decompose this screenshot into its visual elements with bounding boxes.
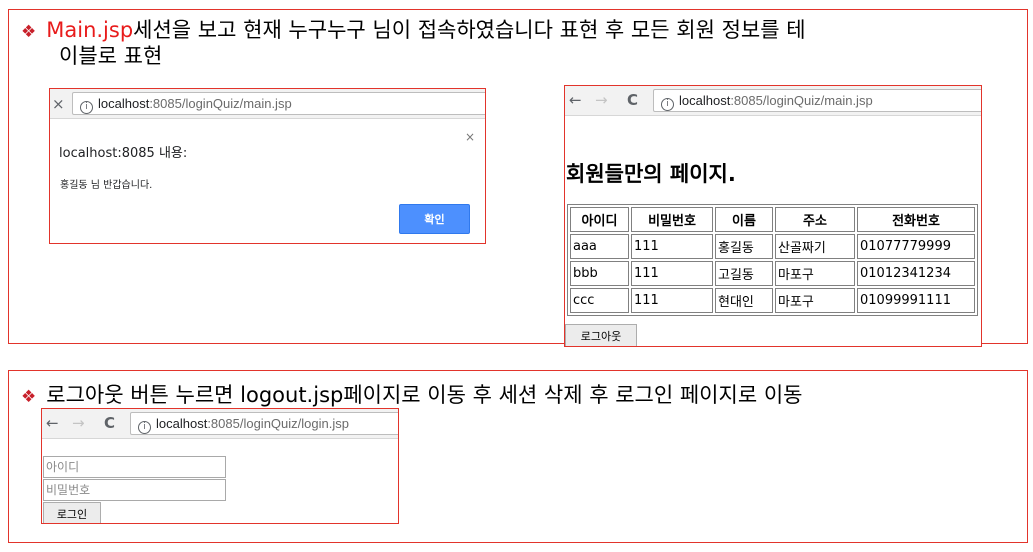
browser-toolbar: ← → C i localhost:8085/loginQuiz/login.js… [42,409,398,439]
forward-icon[interactable]: → [72,414,85,432]
url-host: localhost [679,93,731,108]
logout-button[interactable]: 로그아웃 [565,324,637,346]
member-table: 아이디 비밀번호 이름 주소 전화번호 aaa 111 홍길동 산골짜기 010… [567,204,978,316]
close-icon[interactable]: × [465,130,475,144]
table-cell: 111 [631,234,713,259]
alert-dialog: localhost:8085 내용: × 홍길동 님 반갑습니다. 확인 [50,120,485,243]
reload-icon[interactable]: C [104,414,115,432]
page-title: 회원들만의 페이지. [566,162,736,186]
table-cell: 01099991111 [857,288,975,313]
table-cell: 111 [631,288,713,313]
alert-ok-button[interactable]: 확인 [399,204,470,234]
url-path: :8085/loginQuiz/login.jsp [207,416,349,431]
table-cell: 홍길동 [715,234,773,259]
screenshot-main-page: ← → C i localhost:8085/loginQuiz/main.jsp… [564,85,982,347]
table-cell: 111 [631,261,713,286]
id-input[interactable] [43,456,226,478]
alert-message: 홍길동 님 반갑습니다. [60,180,153,191]
address-bar[interactable]: i localhost:8085/loginQuiz/main.jsp [653,89,981,112]
table-cell: 마포구 [775,288,855,313]
url-host: localhost [98,96,150,111]
table-cell: bbb [570,261,629,286]
url-path: :8085/loginQuiz/main.jsp [149,96,292,111]
browser-toolbar: × i localhost:8085/loginQuiz/main.jsp [50,89,485,119]
back-icon[interactable]: ← [569,91,582,109]
table-cell: 현대인 [715,288,773,313]
table-cell: 고길동 [715,261,773,286]
address-bar[interactable]: i localhost:8085/loginQuiz/main.jsp [72,92,485,115]
table-row: aaa 111 홍길동 산골짜기 01077779999 [570,234,975,259]
section2-heading: ❖ 로그아웃 버튼 누르면 logout.jsp페이지로 이동 후 세션 삭제 후… [21,382,802,410]
table-cell: 01077779999 [857,234,975,259]
table-row: ccc 111 현대인 마포구 01099991111 [570,288,975,313]
table-cell: 산골짜기 [775,234,855,259]
table-header-cell: 아이디 [570,207,629,232]
password-input[interactable] [43,479,226,501]
table-header-cell: 전화번호 [857,207,975,232]
address-bar[interactable]: i localhost:8085/loginQuiz/login.jsp [130,412,398,435]
table-cell: 마포구 [775,261,855,286]
screenshot-login-page: ← → C i localhost:8085/loginQuiz/login.js… [41,408,399,524]
diamond-bullet-icon: ❖ [21,22,37,42]
close-tab-icon[interactable]: × [52,95,65,113]
login-button[interactable]: 로그인 [43,502,101,523]
info-icon[interactable]: i [138,421,151,434]
table-header-cell: 이름 [715,207,773,232]
section2-text: 로그아웃 버튼 누르면 logout.jsp페이지로 이동 후 세션 삭제 후 … [46,383,803,407]
table-header-row: 아이디 비밀번호 이름 주소 전화번호 [570,207,975,232]
browser-toolbar: ← → C i localhost:8085/loginQuiz/main.jsp [565,86,981,116]
url-path: :8085/loginQuiz/main.jsp [730,93,873,108]
section1-highlight: Main.jsp [46,18,134,42]
section1-heading-line1: ❖ Main.jsp세션을 보고 현재 누구누구 님이 접속하였습니다 표현 후 … [21,17,806,45]
info-icon[interactable]: i [80,101,93,114]
info-icon[interactable]: i [661,98,674,111]
table-header-cell: 주소 [775,207,855,232]
url-host: localhost [156,416,208,431]
reload-icon[interactable]: C [627,91,638,109]
section1-heading-line2: 이블로 표현 [59,44,163,68]
table-row: bbb 111 고길동 마포구 01012341234 [570,261,975,286]
table-cell: 01012341234 [857,261,975,286]
slide-panel-main: ❖ Main.jsp세션을 보고 현재 누구누구 님이 접속하였습니다 표현 후 … [8,9,1028,347]
table-cell: aaa [570,234,629,259]
diamond-bullet-icon: ❖ [21,387,37,407]
table-cell: ccc [570,288,629,313]
back-icon[interactable]: ← [46,414,59,432]
table-header-cell: 비밀번호 [631,207,713,232]
forward-icon[interactable]: → [595,91,608,109]
alert-title: localhost:8085 내용: [59,146,188,161]
section1-text: 세션을 보고 현재 누구누구 님이 접속하였습니다 표현 후 모든 회원 정보를… [133,18,806,42]
screenshot-alert: × i localhost:8085/loginQuiz/main.jsp loc… [49,88,486,244]
